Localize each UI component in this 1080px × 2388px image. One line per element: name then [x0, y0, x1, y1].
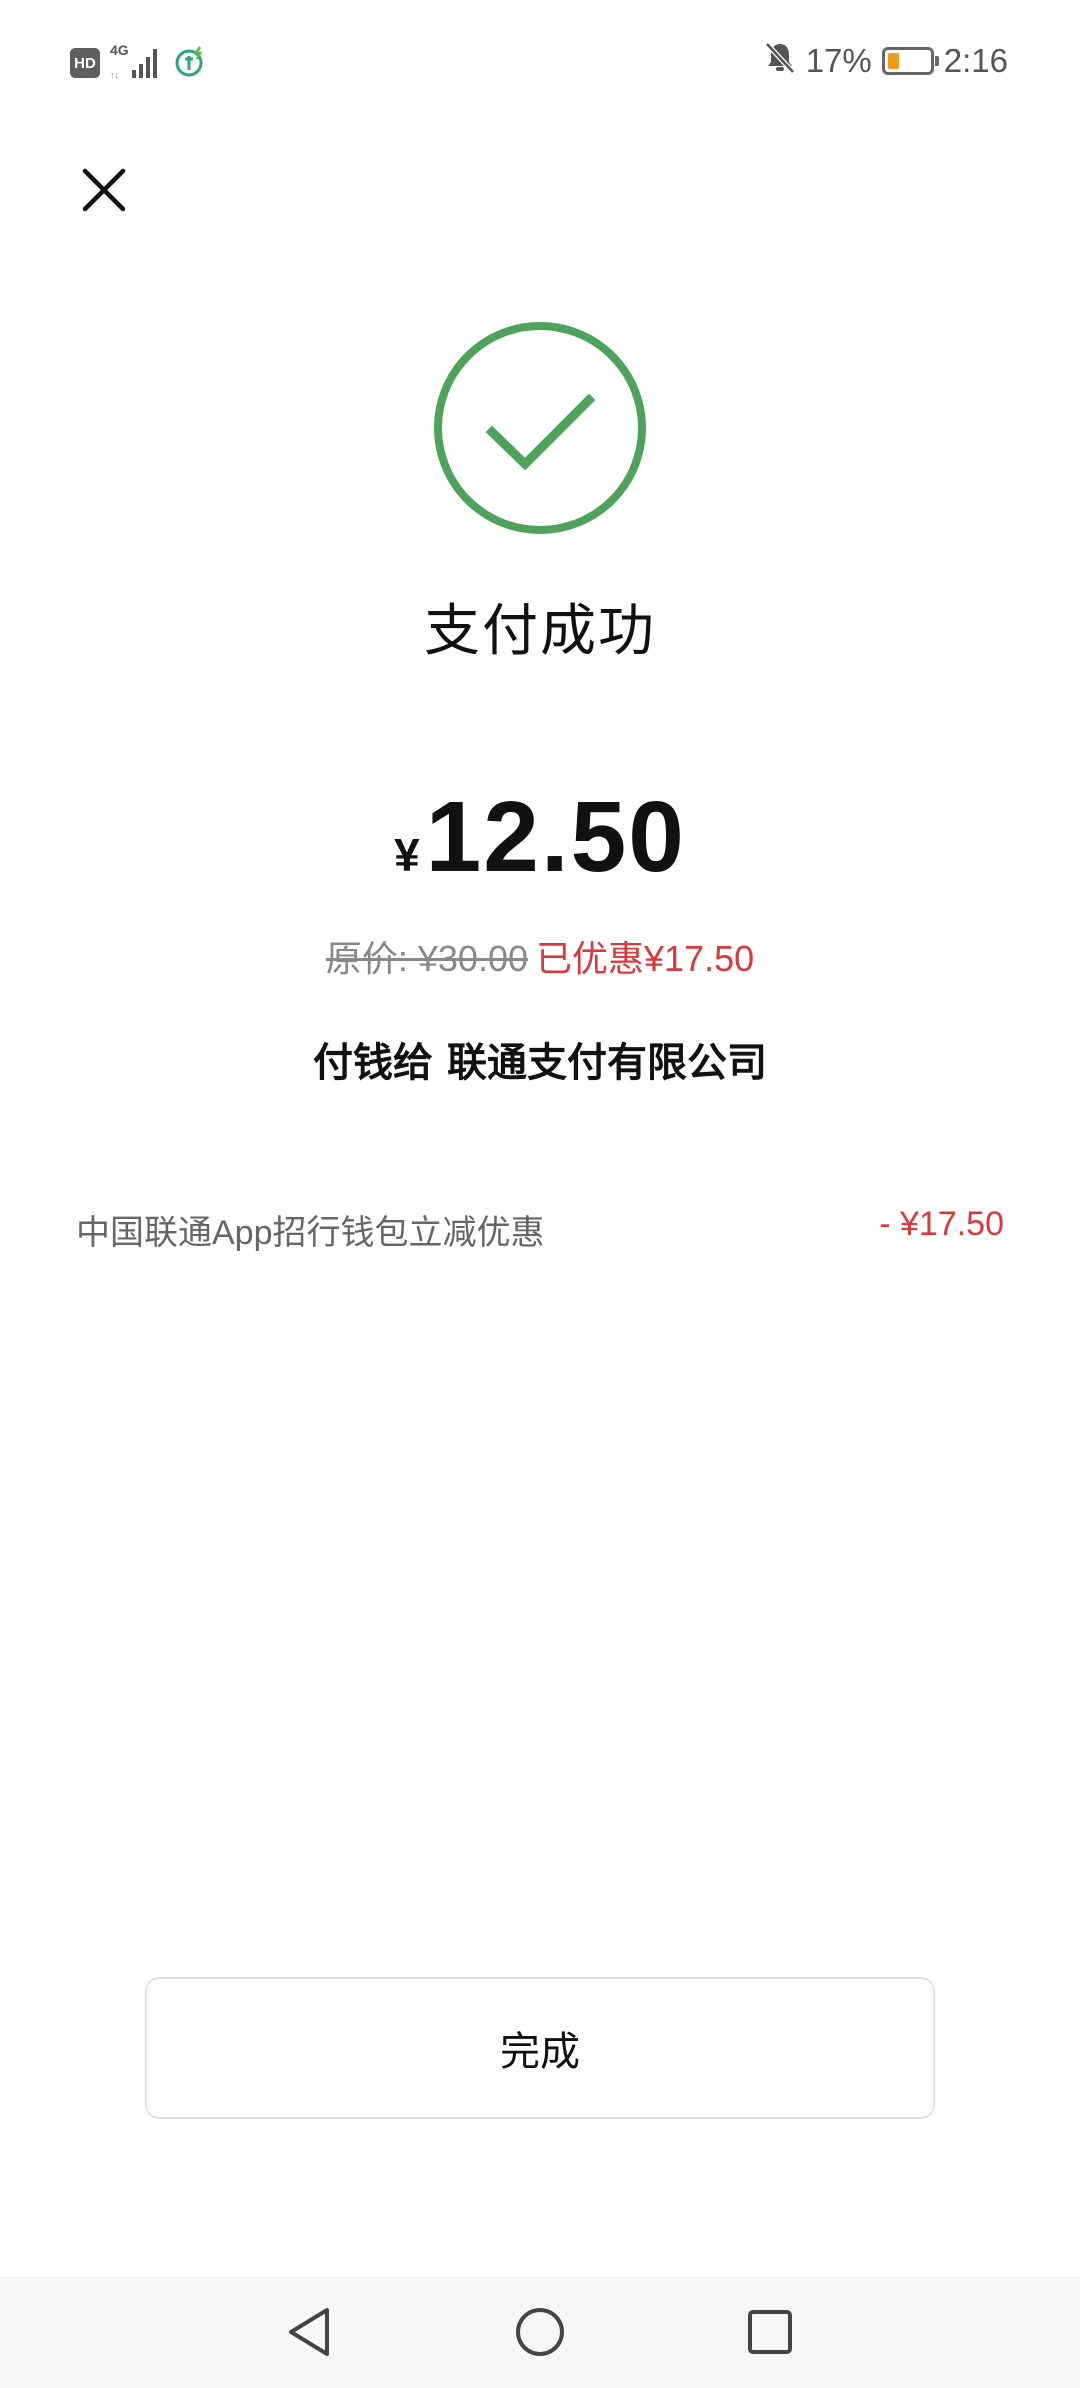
charging-app-icon — [174, 44, 208, 82]
battery-percent: 17% — [805, 42, 872, 79]
battery-icon — [881, 47, 939, 75]
original-price: 原价: ¥30.00 — [325, 938, 528, 979]
svg-text:↑↓: ↑↓ — [110, 70, 119, 80]
currency-symbol: ¥ — [394, 829, 420, 881]
discount-amount: 已优惠¥17.50 — [536, 938, 755, 979]
signal-icon: 4G ↑↓ — [110, 42, 164, 82]
recents-icon — [748, 2310, 792, 2354]
status-left: HD 4G ↑↓ — [70, 42, 208, 82]
clock: 2:16 — [943, 42, 1008, 79]
bell-muted-icon — [764, 40, 796, 82]
done-button[interactable]: 完成 — [145, 1977, 935, 2119]
payment-success-page: HD 4G ↑↓ 17% 2:16 支付成功 ¥ 12.50 原价: ¥30.0… — [0, 0, 1080, 2388]
battery-level — [887, 53, 899, 69]
payee-info: 付钱给 联通支付有限公司 — [313, 1040, 767, 1086]
back-icon — [289, 2308, 329, 2356]
status-bar: HD 4G ↑↓ 17% 2:16 — [0, 0, 1080, 130]
page-title: 支付成功 — [424, 599, 656, 664]
home-button[interactable] — [505, 2297, 575, 2367]
status-right: 17% 2:16 — [764, 40, 1008, 82]
discount-value: - ¥17.50 — [879, 1205, 1004, 1243]
recents-button[interactable] — [735, 2297, 805, 2367]
amount-value: 12.50 — [425, 781, 686, 893]
discount-detail-row: 中国联通App招行钱包立减优惠 - ¥17.50 — [76, 1205, 1004, 1254]
checkmark-circle-icon — [432, 320, 648, 536]
price-summary: 原价: ¥30.00 已优惠¥17.50 — [0, 930, 1080, 982]
back-button[interactable] — [275, 2297, 345, 2367]
home-icon — [516, 2308, 564, 2356]
close-button[interactable] — [74, 160, 134, 220]
close-icon — [82, 168, 126, 212]
discount-label: 中国联通App招行钱包立减优惠 — [76, 1214, 545, 1252]
system-nav-bar — [0, 2276, 1080, 2388]
hd-icon: HD — [70, 48, 100, 78]
paid-amount: ¥ 12.50 — [0, 780, 1080, 895]
